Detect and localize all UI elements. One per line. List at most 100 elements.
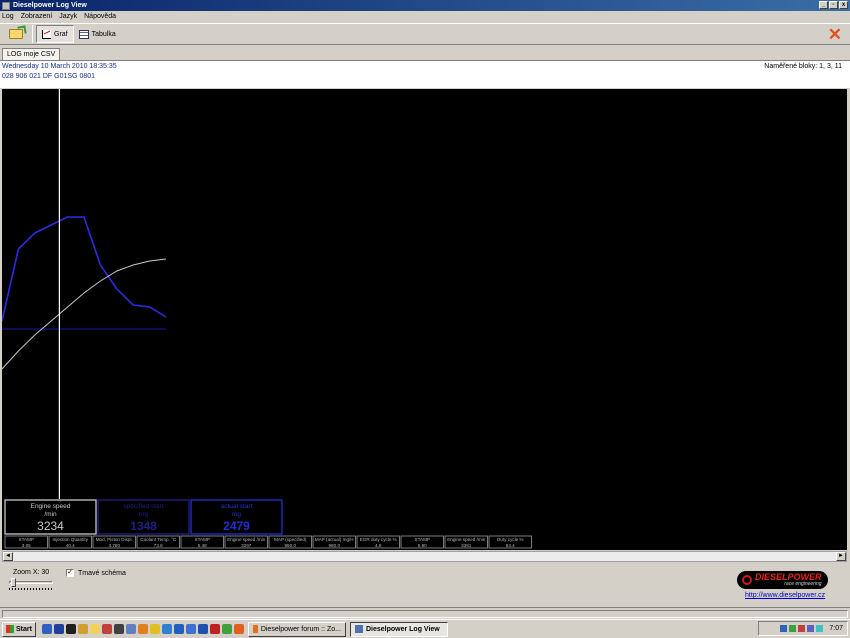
measure-label: MAP (actual) mg/H <box>315 537 354 542</box>
chart-icon <box>42 29 51 39</box>
measure-cell: STAMP5.48 <box>180 535 224 549</box>
scroll-right-arrow[interactable]: ► <box>836 552 846 561</box>
taskbar: Start Dieselpower forum :: Zo... Dieselp… <box>0 619 850 638</box>
measure-value: 84.4 <box>506 543 515 548</box>
quicklaunch-icon[interactable] <box>137 624 148 634</box>
tray-icon[interactable] <box>780 625 788 632</box>
start-button[interactable]: Start <box>2 621 36 637</box>
measure-value: 3381 <box>461 543 472 548</box>
measure-value: 3297 <box>241 543 252 548</box>
app-icon <box>2 1 10 10</box>
minimize-button[interactable]: _ <box>819 1 828 9</box>
menu-napoveda[interactable]: Nápověda <box>84 13 116 20</box>
clock[interactable]: 7:07 <box>829 625 843 632</box>
menu-bar: Log Zobrazení Jazyk Nápověda <box>0 11 850 22</box>
window-title: Dieselpower Log View <box>13 2 87 9</box>
scroll-left-arrow[interactable]: ◄ <box>3 552 13 561</box>
table-icon <box>78 29 89 39</box>
series-line-engine-speed <box>1 258 167 370</box>
readout-title: actual start <box>221 503 253 510</box>
checkbox-box[interactable]: ✓ <box>66 569 74 577</box>
system-tray: 7:07 <box>758 621 848 636</box>
graf-button[interactable]: Graf <box>36 25 74 43</box>
measure-value: 980.0 <box>329 543 341 548</box>
measure-cell: STAMP3.05 <box>4 535 48 549</box>
zoom-slider-thumb[interactable] <box>11 578 16 587</box>
readout-title: Engine speed <box>31 503 71 510</box>
log-info-bar: Wednesday 10 March 2010 18:35:35 028 906… <box>0 60 850 88</box>
readout-box: specified startmg1348 <box>97 499 190 535</box>
measure-cell: EGR duty cycle %4.8 <box>356 535 400 549</box>
readout-box: Engine speed/min3234 <box>4 499 97 535</box>
measure-cell: Injection Quantity40.4 <box>48 535 92 549</box>
measure-value: 73.8 <box>154 543 163 548</box>
readout-value: 1348 <box>130 519 157 533</box>
close-window-button[interactable]: x <box>839 1 848 9</box>
menu-log[interactable]: Log <box>2 13 14 20</box>
tab-log-moje-csv[interactable]: LOG moje CSV <box>2 48 61 60</box>
quicklaunch-icon[interactable] <box>149 624 160 634</box>
status-pane <box>2 610 848 618</box>
measure-label: STAMP <box>415 537 430 542</box>
quicklaunch-icon[interactable] <box>161 624 172 634</box>
zoom-label: Zoom X: 30 <box>13 569 50 576</box>
readout-value: 2479 <box>223 519 250 533</box>
quicklaunch-icon[interactable] <box>65 624 76 634</box>
start-label: Start <box>16 625 32 633</box>
toolbar-separator <box>32 25 33 43</box>
task-label: Dieselpower forum :: Zo... <box>260 625 341 633</box>
dark-scheme-checkbox[interactable]: ✓ Tmavé schéma <box>66 569 126 577</box>
measure-value: 5.90 <box>418 543 427 548</box>
tray-icon[interactable] <box>789 625 797 632</box>
dieselpower-logo: DIESELPOWER race engineering <box>737 571 828 589</box>
measure-label: Injection Quantity <box>53 537 89 542</box>
quicklaunch-icon[interactable] <box>89 624 100 634</box>
tray-icon[interactable] <box>807 625 815 632</box>
tray-icon[interactable] <box>816 625 824 632</box>
measure-cell: MAP (specified)950.0 <box>268 535 312 549</box>
bottom-panel: Zoom X: 30 ✓ Tmavé schéma DIESELPOWER ra… <box>0 563 850 607</box>
task-dieselpower-log-view[interactable]: Dieselpower Log View <box>349 621 448 637</box>
quicklaunch-icon[interactable] <box>173 624 184 634</box>
quicklaunch-icon[interactable] <box>233 624 244 634</box>
open-file-button[interactable] <box>3 24 29 44</box>
task-dieselpower-forum[interactable]: Dieselpower forum :: Zo... <box>247 621 346 637</box>
measure-label: STAMP <box>195 537 210 542</box>
horizontal-scrollbar[interactable]: ◄ ► <box>2 551 847 562</box>
quicklaunch-icon[interactable] <box>77 624 88 634</box>
logo-swirl-icon <box>742 575 752 585</box>
quicklaunch-icon[interactable] <box>113 624 124 634</box>
measure-cell: Coolant Temp. °C73.8 <box>136 535 180 549</box>
quicklaunch-icon[interactable] <box>53 624 64 634</box>
menu-jazyk[interactable]: Jazyk <box>59 13 77 20</box>
quicklaunch-icon[interactable] <box>221 624 232 634</box>
measure-cell: STAMP5.90 <box>400 535 444 549</box>
dark-scheme-label: Tmavé schéma <box>78 569 126 577</box>
measure-cell: MAP (actual) mg/H980.0 <box>312 535 356 549</box>
quicklaunch-icon[interactable] <box>197 624 208 634</box>
website-link[interactable]: http://www.dieselpower.cz <box>745 592 825 599</box>
window-controls: _ ▫ x <box>819 1 848 9</box>
tray-icon[interactable] <box>798 625 806 632</box>
measure-value: 3.780 <box>109 543 121 548</box>
measure-label: MAP (specified) <box>274 537 307 542</box>
quicklaunch-icon[interactable] <box>101 624 112 634</box>
quicklaunch-icon[interactable] <box>125 624 136 634</box>
maximize-button[interactable]: ▫ <box>829 1 838 9</box>
quicklaunch-icon[interactable] <box>209 624 220 634</box>
zoom-slider-ticks <box>9 588 53 590</box>
readout-unit: mg <box>139 511 148 518</box>
quicklaunch-icon[interactable] <box>185 624 196 634</box>
measure-cell: Engine speed /min3381 <box>444 535 488 549</box>
firefox-icon <box>252 625 258 633</box>
measure-label: EGR duty cycle % <box>360 537 397 542</box>
document-tabs: LOG moje CSV <box>0 46 850 60</box>
measure-label: Engine speed /min <box>227 537 265 542</box>
graph-canvas[interactable]: Engine speed/min3234specified startmg134… <box>1 89 847 550</box>
menu-zobrazeni[interactable]: Zobrazení <box>21 13 53 20</box>
close-log-icon[interactable]: ✕ <box>828 26 842 43</box>
quicklaunch-icon[interactable] <box>41 624 52 634</box>
tabulka-button[interactable]: Tabulka <box>74 25 121 43</box>
graph-area[interactable]: Engine speed/min 3234 specified start mg 134… <box>1 89 847 550</box>
measure-value: 40.4 <box>66 543 75 548</box>
